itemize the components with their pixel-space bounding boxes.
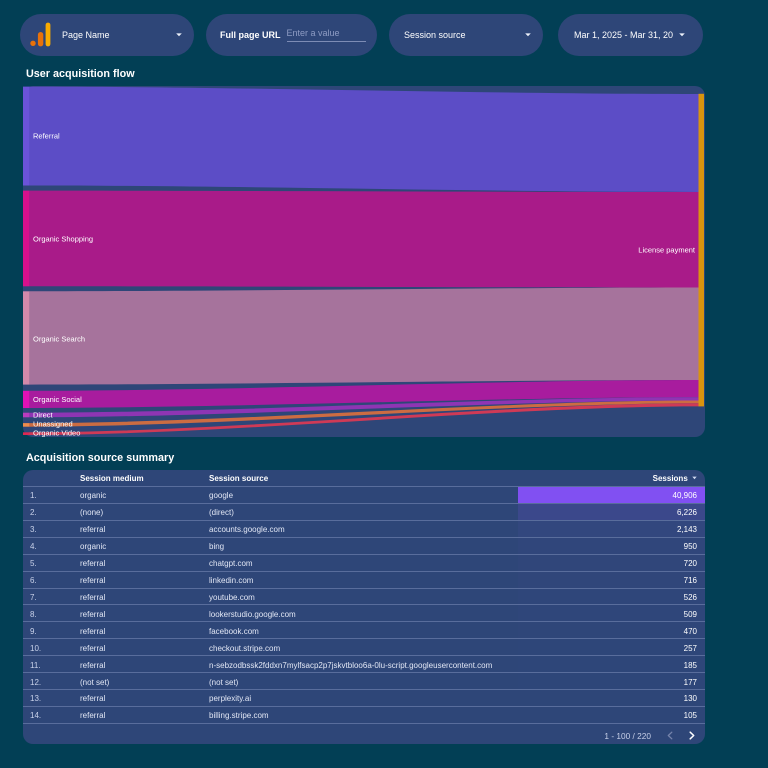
svg-text:Organic Social: Organic Social [33, 395, 82, 404]
svg-text:License payment: License payment [638, 246, 696, 255]
svg-text:Organic Shopping: Organic Shopping [33, 235, 93, 244]
svg-text:Referral: Referral [33, 132, 60, 141]
svg-text:Organic Video: Organic Video [33, 429, 80, 437]
svg-text:Unassigned: Unassigned [33, 420, 73, 429]
svg-text:Direct: Direct [33, 411, 54, 420]
svg-text:Organic Search: Organic Search [33, 335, 85, 344]
